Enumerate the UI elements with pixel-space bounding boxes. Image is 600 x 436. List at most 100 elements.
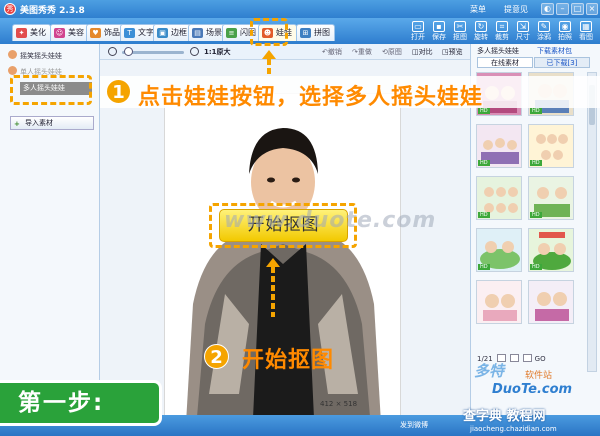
- material-thumbnail[interactable]: [476, 280, 522, 324]
- go-button[interactable]: GO: [535, 355, 546, 363]
- frame-icon: ▣: [157, 28, 168, 38]
- camera-icon: ◉: [559, 21, 571, 32]
- hd-badge: HD: [478, 264, 490, 270]
- zoom-actual-size-button[interactable]: 1:1原大: [204, 47, 231, 57]
- undo-button[interactable]: ↶撤销: [322, 47, 342, 57]
- compare-button[interactable]: ◫对比: [412, 47, 433, 57]
- step1-instruction: 点击娃娃按钮，选择多人摇头娃娃: [138, 85, 484, 110]
- tab-label: 文字: [138, 28, 154, 37]
- toolbar-cutout-button[interactable]: ✂ 抠图: [449, 21, 471, 43]
- arrow-stem: [271, 267, 275, 317]
- tab-beautify[interactable]: ✦ 美化: [12, 24, 51, 41]
- share-weibo-link[interactable]: 发到微博: [400, 420, 428, 430]
- toolbar-view-button[interactable]: ▦ 看图: [575, 21, 597, 43]
- thumbnail-image: [529, 281, 573, 323]
- material-thumbnail[interactable]: HD: [476, 228, 522, 272]
- view-icon: ▦: [580, 21, 592, 32]
- open-icon: ▭: [412, 21, 424, 32]
- hd-badge: HD: [478, 160, 490, 166]
- toolbar-label: 看图: [579, 33, 593, 41]
- toolbar-resize-button[interactable]: ⇲ 尺寸: [512, 21, 534, 43]
- menu-link[interactable]: 菜单: [470, 4, 486, 15]
- cutout-icon: ✂: [454, 21, 466, 32]
- skin-icon[interactable]: ◐: [541, 3, 554, 15]
- url-watermark: jiaocheng.chazidian.com: [470, 425, 557, 433]
- doll-face-icon: [8, 66, 17, 75]
- tab-collage[interactable]: ⊞ 拼图: [296, 24, 335, 41]
- hd-badge: HD: [478, 212, 490, 218]
- tab-border[interactable]: ▣ 边框: [153, 24, 192, 41]
- tab-online-material[interactable]: 在线素材: [477, 57, 533, 68]
- redo-button[interactable]: ↷重做: [352, 47, 372, 57]
- reset-button[interactable]: ⟲原图: [382, 47, 402, 57]
- material-thumbnail[interactable]: [528, 280, 574, 324]
- preview-button[interactable]: ◳预览: [442, 47, 463, 57]
- image-dimensions: 412 × 518: [320, 400, 358, 408]
- material-thumbnail[interactable]: HD: [528, 176, 574, 220]
- toolbar-crop-button[interactable]: ⌗ 裁剪: [491, 21, 513, 43]
- resize-icon: ⇲: [517, 21, 529, 32]
- text-icon: T: [124, 28, 135, 38]
- portrait-photo[interactable]: [164, 93, 401, 436]
- step-badge: 第一步:: [0, 380, 162, 426]
- download-package-link[interactable]: 下载素材包: [537, 46, 572, 56]
- step2-instruction: 开始抠图: [242, 348, 335, 373]
- thumbnail-image: [477, 281, 521, 323]
- site-watermark: DuoTe.com: [492, 382, 573, 397]
- category-highlight: [10, 75, 92, 105]
- hd-badge: HD: [530, 264, 542, 270]
- tab-label: 美容: [68, 28, 84, 37]
- toolbar-label: 抠图: [453, 33, 467, 41]
- save-icon: ▪: [433, 21, 445, 32]
- material-thumbnail-grid: HD HD HD HD HD HD HD HD: [476, 72, 580, 372]
- toolbar-label: 裁剪: [495, 33, 509, 41]
- tab-label: 美化: [30, 28, 46, 37]
- plus-icon: +: [14, 120, 20, 128]
- toolbar-save-button[interactable]: ▪ 保存: [428, 21, 450, 43]
- app-window: 秀 美图秀秀 2.3.8 菜单 提意见 ◐ – □ × ✦ 美化 ☺ 美容 ♥ …: [0, 0, 600, 436]
- material-scrollbar[interactable]: [587, 72, 597, 372]
- start-button-highlight: [209, 203, 357, 248]
- brand-sub-watermark: 软件站: [525, 371, 553, 381]
- maximize-icon[interactable]: □: [571, 3, 584, 15]
- import-label: 导入素材: [25, 119, 53, 127]
- material-thumbnail[interactable]: HD: [528, 124, 574, 168]
- material-thumbnail[interactable]: HD: [476, 124, 522, 168]
- next-page-icon[interactable]: [510, 354, 520, 362]
- compare-label: 对比: [418, 48, 433, 56]
- material-panel-title: 多人摇头娃娃: [477, 47, 519, 55]
- toolbar-camera-button[interactable]: ◉ 拍照: [554, 21, 576, 43]
- doll-face-icon: [8, 50, 17, 59]
- close-icon[interactable]: ×: [586, 3, 598, 15]
- doll-tab-highlight: [250, 18, 288, 46]
- reset-label: 原图: [387, 48, 402, 56]
- import-material-button[interactable]: + 导入素材: [10, 116, 94, 130]
- minimize-icon[interactable]: –: [556, 3, 569, 15]
- tab-downloaded-material[interactable]: 已下载[3]: [534, 57, 590, 68]
- app-logo-icon: 秀: [4, 3, 16, 15]
- toolbar-rotate-button[interactable]: ↻ 旋转: [470, 21, 492, 43]
- last-page-icon[interactable]: [523, 354, 533, 362]
- zoom-out-icon[interactable]: [108, 47, 117, 56]
- feedback-link[interactable]: 提意见: [504, 4, 528, 15]
- zoom-slider-knob[interactable]: [124, 47, 133, 56]
- material-thumbnail[interactable]: HD: [476, 176, 522, 220]
- redo-label: 重做: [357, 48, 372, 56]
- tab-label: 拼图: [314, 28, 330, 37]
- toolbar-label: 旋转: [474, 33, 488, 41]
- arrow-up-icon: [266, 258, 280, 267]
- flash-icon: ≡: [226, 28, 237, 38]
- bottom-watermark: 查字典 教程网: [463, 409, 546, 424]
- heart-icon: ♥: [90, 28, 101, 38]
- toolbar-label: 拍照: [558, 33, 572, 41]
- step1-number: 1: [106, 79, 131, 104]
- toolbar-brush-button[interactable]: ✎ 涂鸦: [533, 21, 555, 43]
- zoom-toolbar: 1:1原大 ↶撤销 ↷重做 ⟲原图 ◫对比 ◳预览: [100, 44, 470, 60]
- rotate-icon: ↻: [475, 21, 487, 32]
- material-thumbnail[interactable]: HD: [528, 228, 574, 272]
- category-item-laughing-doll[interactable]: 摇笑摇头娃娃: [8, 50, 62, 63]
- toolbar-open-button[interactable]: ▭ 打开: [407, 21, 429, 43]
- tab-beauty[interactable]: ☺ 美容: [50, 24, 89, 41]
- undo-label: 撤销: [327, 48, 342, 56]
- zoom-in-icon[interactable]: [190, 47, 199, 56]
